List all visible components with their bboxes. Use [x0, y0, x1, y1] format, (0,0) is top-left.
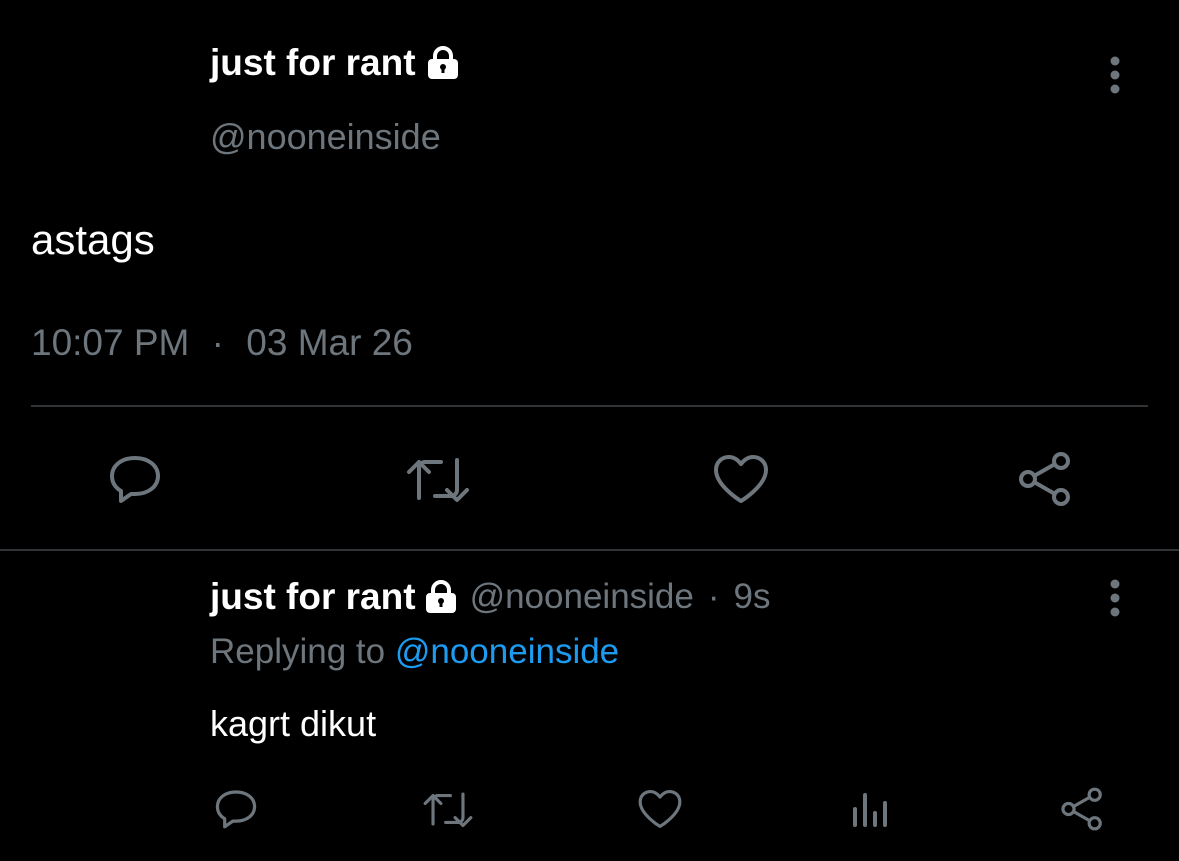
main-tweet-timestamp: 10:07 PM · 03 Mar 26 [31, 322, 413, 364]
main-tweet-handle[interactable]: @nooneinside [210, 116, 441, 158]
reply-tweet-text: kagrt dikut [210, 703, 377, 744]
lock-icon [424, 46, 462, 80]
reply-tweet-handle[interactable]: @nooneinside [470, 577, 694, 617]
main-tweet-date: 03 Mar 26 [246, 322, 413, 363]
reply-tweet-display-name[interactable]: just for rant [210, 576, 416, 618]
like-icon[interactable] [706, 447, 776, 511]
lock-icon [422, 580, 460, 614]
reply-icon[interactable] [206, 780, 266, 838]
retweet-icon[interactable] [418, 780, 478, 838]
main-tweet-time: 10:07 PM [31, 322, 190, 363]
more-options-icon[interactable] [1096, 52, 1134, 98]
reply-tweet-header: just for rant @nooneinside · 9s [210, 576, 771, 618]
like-icon[interactable] [630, 780, 690, 838]
views-icon[interactable] [840, 780, 900, 838]
main-tweet-author-name[interactable]: just for rant [210, 42, 462, 84]
retweet-icon[interactable] [400, 447, 476, 511]
reply-icon[interactable] [100, 447, 170, 511]
replying-to-label: Replying to [210, 632, 386, 671]
timestamp-separator: · [211, 322, 224, 363]
share-icon[interactable] [1010, 447, 1080, 511]
share-icon[interactable] [1052, 780, 1112, 838]
more-options-icon[interactable] [1096, 575, 1134, 621]
divider [31, 405, 1148, 407]
main-tweet-text: astags [31, 216, 155, 263]
replying-to: Replying to @nooneinside [210, 632, 619, 672]
section-divider [0, 549, 1179, 551]
header-separator: · [707, 577, 720, 616]
main-tweet-display-name[interactable]: just for rant [210, 42, 416, 84]
reply-tweet-time[interactable]: 9s [734, 577, 771, 617]
replying-to-handle-link[interactable]: @nooneinside [395, 632, 619, 671]
